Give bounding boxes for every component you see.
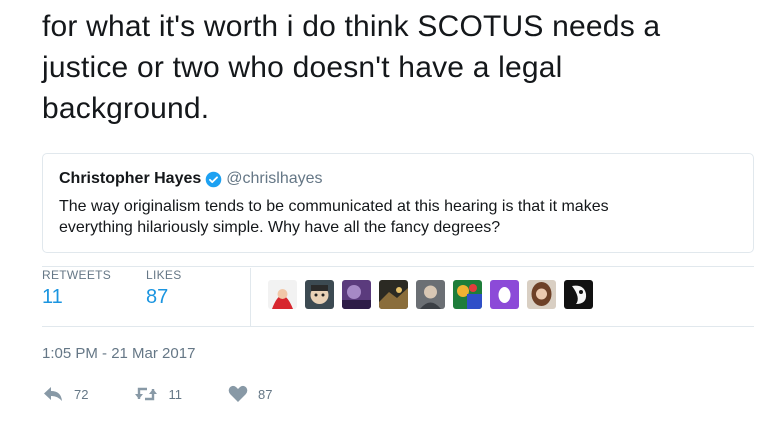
liker-avatars (268, 280, 601, 309)
retweet-button[interactable]: 11 (134, 385, 182, 403)
avatar-woman-brown-hair[interactable] (527, 280, 556, 309)
avatar-red-hood[interactable] (268, 280, 297, 309)
likes-label: LIKES (146, 268, 182, 282)
avatar-man-gray[interactable] (416, 280, 445, 309)
avatar-purple-tint[interactable] (342, 280, 371, 309)
retweets-label: RETWEETS (42, 268, 112, 282)
quoted-tweet-header: Christopher Hayes @chrislhayes (59, 170, 323, 188)
avatar-green-colorful[interactable] (453, 280, 482, 309)
reply-count: 72 (74, 386, 89, 402)
avatar-black-white[interactable] (564, 280, 593, 309)
tweet-text-line: background. (42, 92, 210, 125)
avatar-cartoon-face[interactable] (305, 280, 334, 309)
likes-count: 87 (146, 286, 169, 308)
quoted-author-handle[interactable]: @chrislhayes (226, 170, 322, 188)
stats-bottom-divider (42, 326, 754, 327)
tweet-actions: 72 11 87 (42, 385, 318, 403)
quoted-tweet-text-line: everything hilariously simple. Why have … (59, 219, 501, 236)
quoted-tweet-card[interactable]: Christopher Hayes @chrislhayes The way o… (42, 153, 754, 253)
tweet-text-line: justice or two who doesn't have a legal (42, 51, 563, 84)
likes-stat[interactable]: LIKES 87 (146, 268, 182, 309)
retweet-icon (134, 385, 158, 403)
reply-icon (42, 385, 64, 403)
tweet-timestamp[interactable]: 1:05 PM - 21 Mar 2017 (42, 345, 195, 362)
verified-badge-icon (205, 171, 222, 188)
avatar-dark-scene[interactable] (379, 280, 408, 309)
tweet-text-line: for what it's worth i do think SCOTUS ne… (42, 10, 661, 43)
tweet-stats: RETWEETS 11 LIKES 87 (42, 268, 754, 326)
quoted-author-name[interactable]: Christopher Hayes (59, 170, 201, 188)
quoted-tweet-text-line: The way originalism tends to be communic… (59, 198, 609, 215)
retweets-stat[interactable]: RETWEETS 11 (42, 268, 111, 309)
stats-top-divider (42, 266, 754, 267)
like-button[interactable]: 87 (228, 385, 272, 403)
like-count: 87 (257, 386, 273, 402)
tweet-text: for what it's worth i do think SCOTUS ne… (42, 6, 762, 129)
quoted-tweet-text: The way originalism tends to be communic… (59, 196, 739, 238)
retweets-count: 11 (42, 286, 63, 308)
heart-icon (228, 385, 248, 403)
retweet-count: 11 (168, 386, 182, 402)
stats-separator (250, 268, 251, 326)
reply-button[interactable]: 72 (42, 385, 88, 403)
avatar-purple-egg[interactable] (490, 280, 519, 309)
